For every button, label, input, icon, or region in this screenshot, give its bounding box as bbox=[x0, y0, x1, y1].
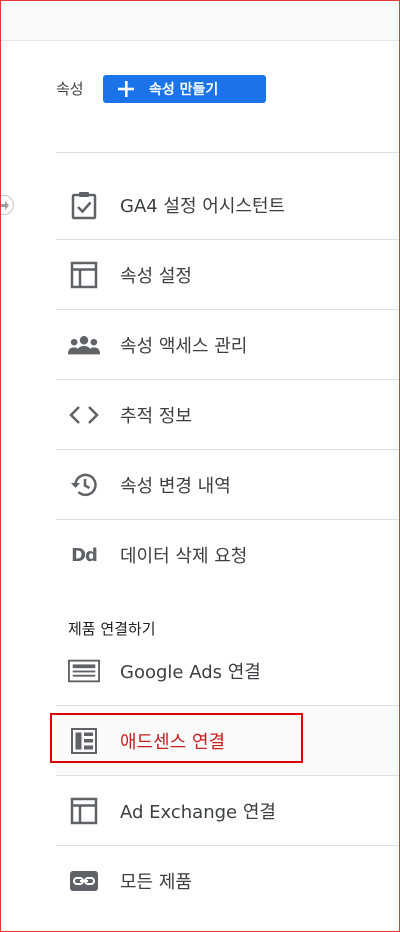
code-brackets-icon bbox=[68, 399, 100, 431]
link-icon bbox=[68, 865, 100, 897]
plus-icon bbox=[117, 80, 135, 98]
menu-item-google-ads-linking[interactable]: Google Ads 연결 bbox=[56, 636, 400, 706]
top-band bbox=[1, 1, 399, 40]
menu-item-property-settings[interactable]: 속성 설정 bbox=[56, 240, 400, 310]
menu-item-label: 속성 변경 내역 bbox=[120, 475, 231, 497]
menu-item-label: 데이터 삭제 요청 bbox=[120, 546, 248, 567]
collapse-handle[interactable] bbox=[0, 195, 14, 215]
menu-item-property-access-management[interactable]: 속성 액세스 관리 bbox=[56, 310, 400, 380]
menu-item-label: 추적 정보 bbox=[120, 405, 192, 427]
create-property-label: 속성 만들기 bbox=[149, 82, 219, 98]
create-property-button[interactable]: 속성 만들기 bbox=[103, 75, 266, 103]
property-label: 속성 bbox=[56, 80, 84, 98]
clipboard-check-icon bbox=[68, 189, 100, 221]
top-divider bbox=[1, 40, 399, 41]
menu-item-data-deletion-requests[interactable]: Dd 데이터 삭제 요청 bbox=[56, 520, 400, 590]
menu-item-ga4-setup-assistant[interactable]: GA4 설정 어시스턴트 bbox=[56, 170, 400, 240]
dd-icon: Dd bbox=[71, 544, 98, 566]
menu-item-tracking-info[interactable]: 추적 정보 bbox=[56, 380, 400, 450]
menu-item-label: 속성 액세스 관리 bbox=[120, 335, 248, 357]
layout-window-icon bbox=[68, 795, 100, 827]
people-group-icon bbox=[68, 329, 100, 361]
menu-item-label: 애드센스 연결 bbox=[120, 731, 226, 753]
menu-item-label: 모든 제품 bbox=[120, 872, 192, 893]
layout-window-icon bbox=[68, 259, 100, 291]
adsense-icon bbox=[68, 725, 100, 757]
menu-item-ad-exchange-linking[interactable]: Ad Exchange 연결 bbox=[56, 776, 400, 846]
menu-item-all-products[interactable]: 모든 제품 bbox=[56, 846, 400, 916]
history-icon bbox=[68, 469, 100, 501]
menu-item-label: 속성 설정 bbox=[120, 265, 192, 287]
google-ads-icon bbox=[68, 655, 100, 687]
arrow-right-icon bbox=[0, 201, 9, 210]
section-separator bbox=[56, 152, 400, 153]
menu-item-property-change-history[interactable]: 속성 변경 내역 bbox=[56, 450, 400, 520]
menu-item-label: Ad Exchange 연결 bbox=[120, 801, 276, 823]
menu-item-adsense-linking[interactable]: 애드센스 연결 bbox=[56, 706, 400, 776]
menu-item-label: Google Ads 연결 bbox=[120, 661, 261, 683]
menu-item-label: GA4 설정 어시스턴트 bbox=[120, 195, 286, 217]
